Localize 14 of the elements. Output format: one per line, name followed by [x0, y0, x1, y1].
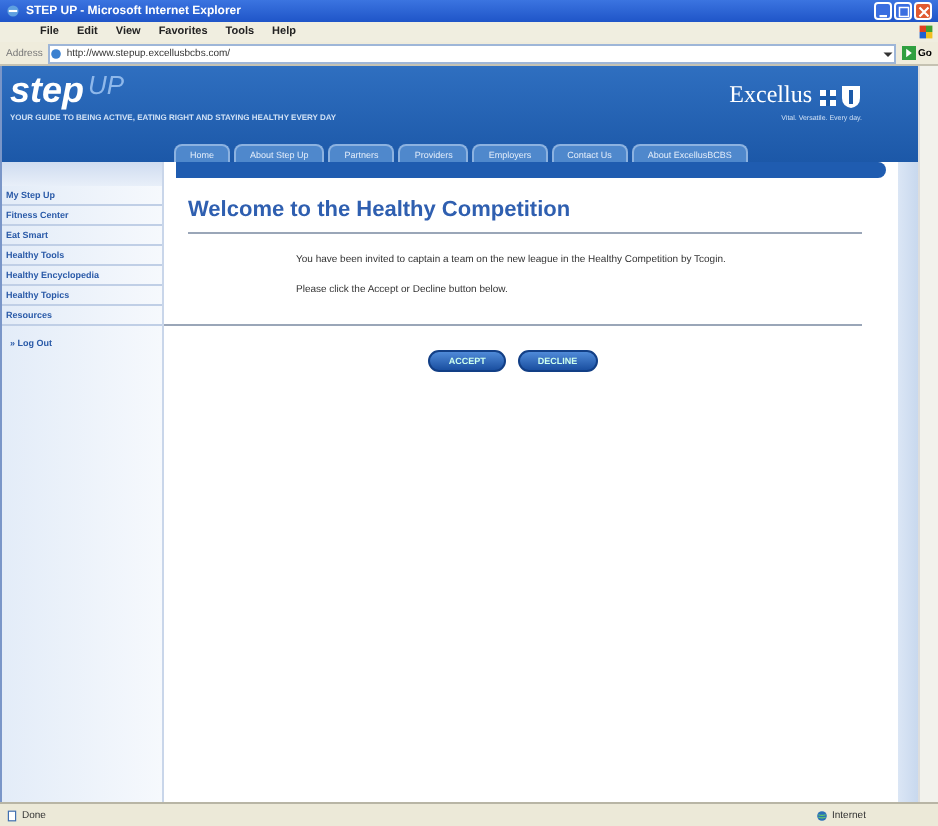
browser-icon: [6, 4, 20, 18]
scrollbar[interactable]: [918, 66, 938, 802]
page-heading: Welcome to the Healthy Competition: [188, 198, 862, 234]
close-icon: [917, 5, 929, 17]
brand-name: Excellus: [729, 80, 812, 110]
maximize-icon: [897, 5, 909, 17]
go-arrow-icon: [902, 46, 917, 60]
globe-icon: [816, 809, 828, 821]
cross-shield-icon: [818, 83, 862, 107]
minimize-button[interactable]: [874, 2, 892, 20]
maximize-button[interactable]: [894, 2, 912, 20]
dropdown-icon[interactable]: [882, 47, 895, 59]
windows-logo-icon: [918, 24, 934, 40]
close-button[interactable]: [914, 2, 932, 20]
